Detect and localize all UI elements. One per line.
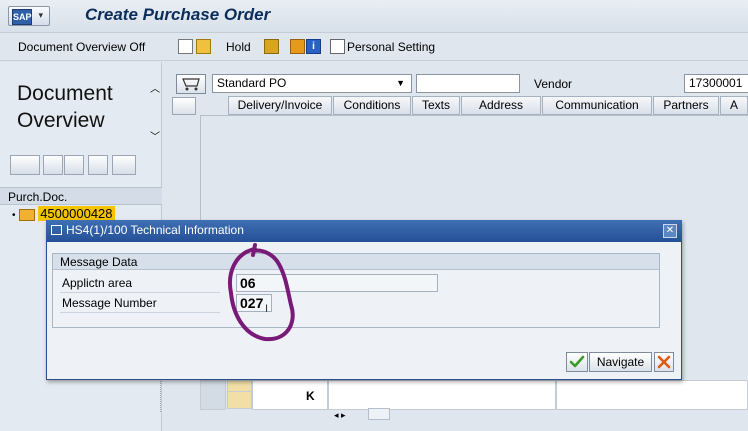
chevron-down-icon: ▾ [38,10,43,20]
dialog-title-bar[interactable]: HS4(1)/100 Technical Information ✕ [46,220,682,242]
chevron-down-icon[interactable]: ﹀ [150,128,160,143]
navigate-button[interactable]: Navigate [589,352,652,372]
column-header-label: Purch.Doc. [8,190,68,204]
tab-delivery-invoice[interactable]: Delivery/Invoice [228,96,332,115]
close-icon[interactable]: ✕ [663,224,677,238]
applictn-area-label: Applictn area [60,274,220,293]
tab-texts[interactable]: Texts [412,96,460,115]
personal-setting-button[interactable]: Personal Setting [347,40,435,54]
application-toolbar: Document Overview Off Hold i Personal Se… [0,33,748,61]
header-tabs: Delivery/Invoice Conditions Texts Addres… [172,96,748,116]
tab-communication[interactable]: Communication [542,96,652,115]
scroll-thumb[interactable] [368,408,390,420]
message-data-group-title: Message Data [53,254,659,270]
messages-icon[interactable] [290,39,305,54]
new-document-icon[interactable] [178,39,193,54]
message-number-label: Message Number [60,294,220,313]
handwritten-annotation [228,243,295,342]
horizontal-scroll-arrows[interactable]: ◂ ▸ [334,410,346,421]
grid-cell[interactable] [328,380,556,410]
dialog-title: HS4(1)/100 Technical Information [66,223,244,237]
cancel-button[interactable] [654,352,674,372]
document-overview-off-button[interactable]: Document Overview Off [18,40,145,54]
document-number-field[interactable] [416,74,520,93]
chevron-down-icon[interactable]: ▼ [396,78,405,88]
cart-icon[interactable] [176,74,206,94]
selection-variant-icon[interactable] [10,155,40,175]
left-panel-scrollbar[interactable]: ︿ ﹀ [148,80,162,146]
chevron-up-icon[interactable]: ︿ [150,80,160,95]
group-title-label: Message Data [60,255,138,269]
page-title: Create Purchase Order [85,5,271,24]
info-icon[interactable]: i [306,39,321,54]
document-type-value: Standard PO [217,76,287,90]
overview-toolbar [10,155,160,177]
confirm-button[interactable] [566,352,588,372]
system-menu-button[interactable]: SAP ▾ [8,6,50,26]
find-icon[interactable] [88,155,108,175]
grid-cell[interactable] [556,380,748,410]
grid-cell-status[interactable] [227,391,252,409]
grid-cell[interactable] [252,380,328,410]
layout-icon[interactable] [112,155,136,175]
vendor-field[interactable]: 17300001 [684,74,748,93]
sap-gui-icon: SAP [12,9,32,25]
refresh-icon[interactable] [64,155,84,175]
tab-address[interactable]: Address [461,96,541,115]
document-overview-title: Document Overview [17,80,113,134]
tab-partners[interactable]: Partners [653,96,719,115]
document-type-select[interactable]: Standard PO ▼ [212,74,412,93]
grid-cell-k[interactable]: K [306,389,315,403]
other-purchase-order-icon[interactable] [196,39,211,54]
document-folder-icon [18,208,35,221]
hold-button[interactable]: Hold [226,40,251,54]
row-selector[interactable] [200,380,226,410]
bullet-icon: • [12,210,16,221]
title-line-1: Document [17,82,113,105]
field-label: Applictn area [62,276,133,290]
field-label: Message Number [62,296,157,310]
window-icon [51,225,62,235]
vendor-label: Vendor [534,77,573,91]
title-line-2: Overview [17,109,105,132]
check-icon[interactable] [264,39,279,54]
tab-additional[interactable]: A [720,96,748,115]
tab-conditions[interactable]: Conditions [333,96,411,115]
purchase-order-number[interactable]: 4500000428 [38,206,115,221]
purch-doc-column-header[interactable]: Purch.Doc. [0,187,162,205]
personal-setting-icon[interactable] [330,39,345,54]
expand-icon[interactable] [43,155,63,175]
